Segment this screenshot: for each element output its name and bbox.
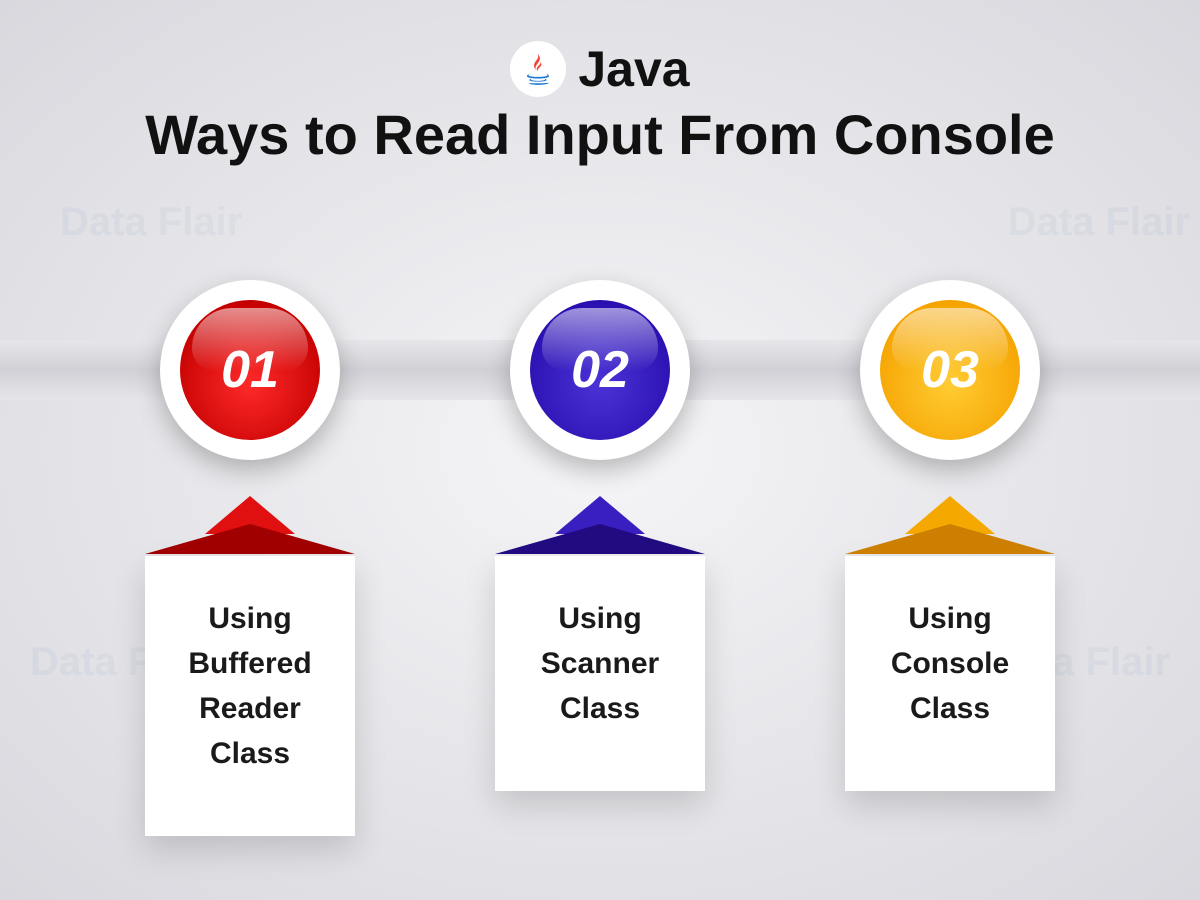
step-3: 03 Using Console Class bbox=[845, 280, 1055, 836]
step-number-1: 01 bbox=[180, 300, 320, 440]
watermark: Data Flair bbox=[60, 200, 242, 245]
step-card-3: Using Console Class bbox=[845, 556, 1055, 791]
arrow-icon-1 bbox=[145, 496, 355, 556]
header: Java Ways to Read Input From Console bbox=[0, 0, 1200, 167]
arrow-icon-3 bbox=[845, 496, 1055, 556]
step-circle-2: 02 bbox=[510, 280, 690, 460]
step-number-3: 03 bbox=[880, 300, 1020, 440]
watermark: Data Flair bbox=[1008, 200, 1190, 245]
step-card-2: Using Scanner Class bbox=[495, 556, 705, 791]
subtitle: Ways to Read Input From Console bbox=[0, 102, 1200, 167]
arrow-icon-2 bbox=[495, 496, 705, 556]
step-circle-3: 03 bbox=[860, 280, 1040, 460]
steps-row: 01 Using Buffered Reader Class 02 Using … bbox=[0, 280, 1200, 836]
step-number-2: 02 bbox=[530, 300, 670, 440]
step-1: 01 Using Buffered Reader Class bbox=[145, 280, 355, 836]
step-circle-1: 01 bbox=[160, 280, 340, 460]
title-java: Java bbox=[578, 40, 689, 98]
step-2: 02 Using Scanner Class bbox=[495, 280, 705, 836]
step-card-1: Using Buffered Reader Class bbox=[145, 556, 355, 836]
java-logo-icon bbox=[510, 41, 566, 97]
